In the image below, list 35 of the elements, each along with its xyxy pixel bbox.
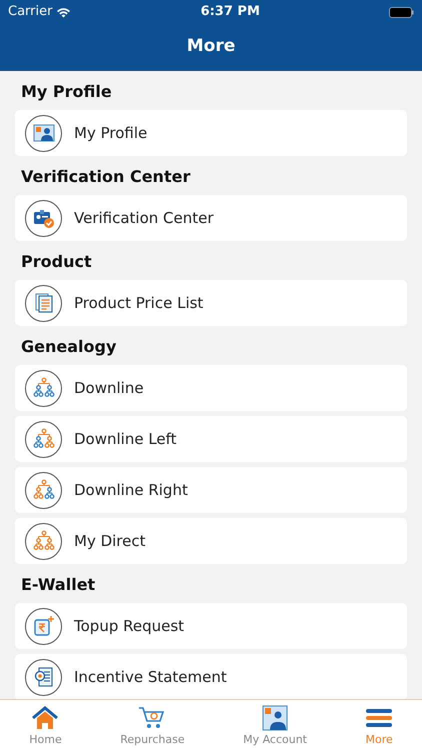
id-card-person-icon xyxy=(32,122,54,144)
menu-item[interactable]: Downline xyxy=(15,365,407,411)
statement-icon xyxy=(32,666,54,688)
section-heading: Genealogy xyxy=(21,336,118,358)
menu-item[interactable]: My Profile xyxy=(15,110,407,156)
menu-item[interactable]: Topup Request xyxy=(15,603,407,649)
tab-bar-item[interactable]: Repurchase xyxy=(90,700,214,750)
section-heading: Verification Center xyxy=(21,166,192,188)
wifi-icon xyxy=(56,6,72,18)
menu-item[interactable]: My Direct xyxy=(15,518,407,564)
hierarchy-icon xyxy=(32,530,54,552)
menu-item[interactable]: Downline Right xyxy=(15,467,407,513)
carrier-label: Carrier xyxy=(8,3,52,22)
tab-bar-item[interactable]: My Account xyxy=(214,700,336,750)
menu-item[interactable]: Product Price List xyxy=(15,280,407,326)
cart-icon xyxy=(138,706,166,730)
menu-icon xyxy=(366,706,392,730)
badge-check-icon xyxy=(32,207,54,229)
menu-item[interactable]: Downline Left xyxy=(15,416,407,462)
battery-icon xyxy=(388,6,414,18)
home-icon xyxy=(32,706,58,730)
clock-time: 6:37 PM xyxy=(200,3,260,22)
tab-bar-item[interactable]: Home xyxy=(0,700,91,750)
page-title: More xyxy=(186,34,236,58)
hierarchy-icon xyxy=(32,377,54,399)
id-card-person-icon xyxy=(262,705,288,731)
section-heading: E-Wallet xyxy=(21,574,96,596)
section-heading: My Profile xyxy=(21,81,113,103)
menu-item[interactable]: Incentive Statement xyxy=(15,654,407,699)
menu-item[interactable]: Verification Center xyxy=(15,195,407,241)
hierarchy-icon xyxy=(32,479,54,501)
hierarchy-icon xyxy=(32,428,54,450)
rupee-add-icon xyxy=(32,615,54,637)
document-list-icon xyxy=(32,292,54,314)
section-heading: Product xyxy=(21,251,93,273)
